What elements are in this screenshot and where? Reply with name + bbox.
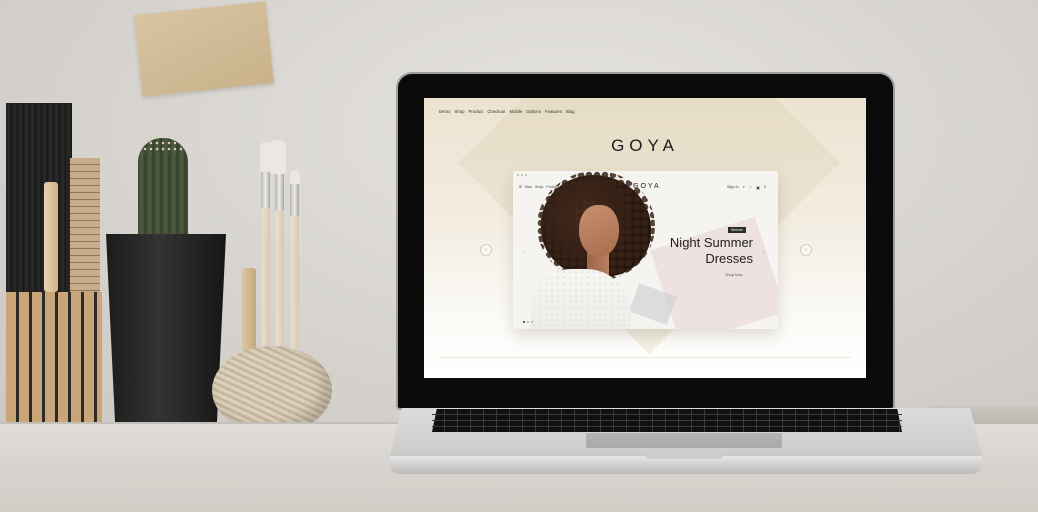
preview-nav-man[interactable]: Man <box>525 185 532 189</box>
window-controls <box>517 174 527 176</box>
site-logo[interactable]: GOYA <box>424 136 866 156</box>
nav-item-product[interactable]: Product <box>469 109 484 114</box>
preview-next-arrow[interactable]: › <box>763 249 765 255</box>
site-nav: Demo Shop Product Checkout Mobile Option… <box>439 109 575 114</box>
nav-item-blog[interactable]: Blog <box>566 109 575 114</box>
headline-line-2: Dresses <box>705 251 753 266</box>
slide-dot[interactable] <box>531 321 533 323</box>
model-face <box>579 205 619 257</box>
photo-scene: Demo Shop Product Checkout Mobile Option… <box>0 0 1038 512</box>
keyboard-rows <box>432 409 902 432</box>
twine-ball <box>212 346 332 434</box>
brush-bristles <box>290 170 300 184</box>
black-pot <box>106 234 226 434</box>
paint-brush <box>276 200 284 350</box>
preview-nav-shop[interactable]: Shop <box>535 185 543 189</box>
ruler <box>70 158 100 294</box>
section-divider <box>438 357 852 358</box>
nav-item-checkout[interactable]: Checkout <box>487 109 505 114</box>
sign-in-link[interactable]: Sign in <box>727 185 739 190</box>
shop-now-link[interactable]: Shop Now <box>725 273 743 277</box>
lid-opening-notch <box>644 452 724 459</box>
striped-box <box>6 292 102 434</box>
theme-preview-window: ≡ Man Shop Product Pages GOYA Sign in ⌕ … <box>513 171 778 329</box>
window-dot <box>517 174 519 176</box>
slide-dot-active[interactable] <box>523 321 525 323</box>
preview-logo[interactable]: GOYA <box>633 183 661 190</box>
category-badge: Woman <box>728 227 746 233</box>
slider-next-button[interactable]: › <box>800 244 812 256</box>
slide-indicator <box>523 321 533 323</box>
slider-prev-button[interactable]: ‹ <box>480 244 492 256</box>
headline-line-1: Night Summer <box>669 235 753 250</box>
brush-ferrule <box>275 170 284 210</box>
model-shirt <box>531 269 631 329</box>
preview-prev-arrow[interactable]: ‹ <box>523 249 525 255</box>
menu-icon[interactable]: ≡ <box>519 185 522 190</box>
search-icon[interactable]: ⌕ <box>743 185 745 190</box>
hero-headline: Night Summer Dresses <box>643 235 753 267</box>
preview-toolbar: Sign in ⌕ ♡ ▣ 0 <box>727 185 766 190</box>
nav-item-demo[interactable]: Demo <box>439 109 450 114</box>
paper-roll <box>6 103 72 293</box>
brush-bristles <box>270 140 286 174</box>
cart-icon[interactable]: ▣ <box>756 185 760 190</box>
nav-item-mobile[interactable]: Mobile <box>509 109 522 114</box>
cactus-spines <box>142 134 184 154</box>
nav-item-shop[interactable]: Shop <box>454 109 464 114</box>
window-dot <box>521 174 523 176</box>
sticky-note <box>134 1 274 97</box>
wooden-tool <box>242 268 256 352</box>
trackpad <box>586 433 782 448</box>
nav-item-features[interactable]: Features <box>545 109 562 114</box>
wooden-brush <box>44 182 58 292</box>
heart-icon[interactable]: ♡ <box>749 185 752 190</box>
brush-ferrule <box>261 168 270 208</box>
slide-dot[interactable] <box>527 321 529 323</box>
laptop-screen: Demo Shop Product Checkout Mobile Option… <box>424 98 866 378</box>
cart-count: 0 <box>763 185 766 189</box>
window-dot <box>525 174 527 176</box>
nav-item-options[interactable]: Options <box>526 109 541 114</box>
